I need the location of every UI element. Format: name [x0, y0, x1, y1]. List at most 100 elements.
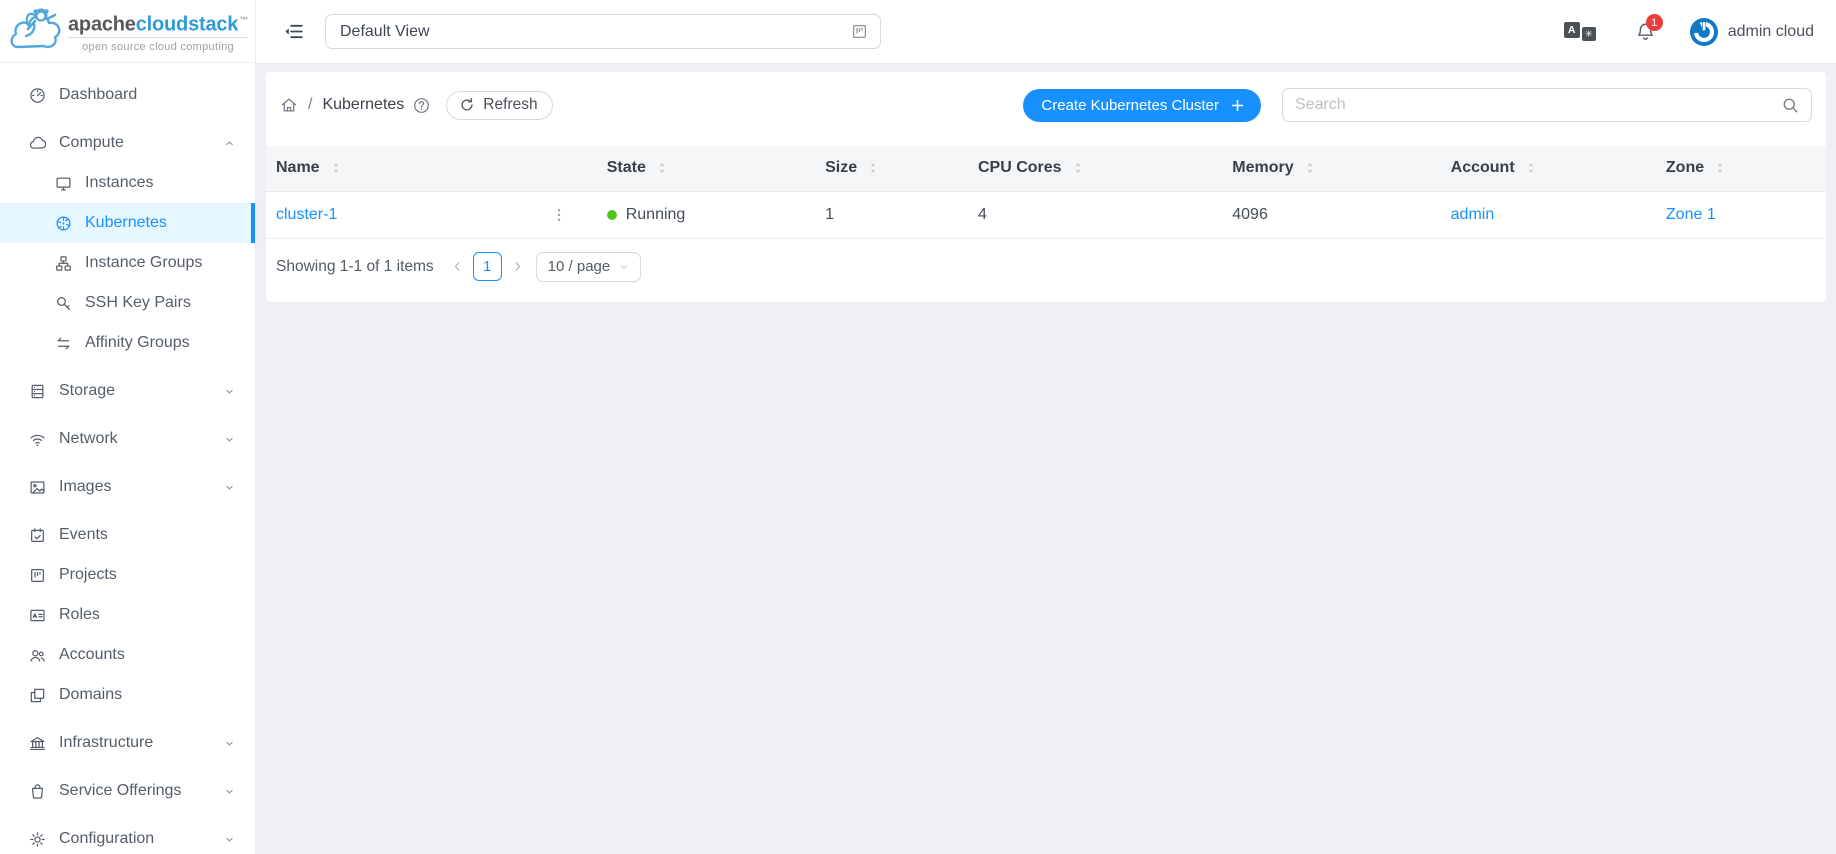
desktop-icon: [54, 174, 72, 192]
user-menu[interactable]: admin cloud: [1689, 17, 1814, 47]
sidebar-item-label: Dashboard: [59, 86, 137, 104]
block-icon: [28, 686, 46, 704]
brand-text: apachecloudstack™ open source cloud comp…: [68, 9, 248, 54]
create-button-label: Create Kubernetes Cluster: [1041, 97, 1219, 114]
main-content: / Kubernetes Refresh Create Kubernetes C…: [256, 64, 1836, 854]
wifi-icon: [28, 430, 46, 448]
refresh-button[interactable]: Refresh: [446, 91, 552, 120]
sidebar-item-label: Projects: [59, 566, 117, 584]
sidebar-item-accounts[interactable]: Accounts: [0, 635, 255, 675]
sidebar-item-label: Compute: [59, 134, 124, 152]
sidebar-item-configuration[interactable]: Configuration: [0, 819, 255, 854]
row-actions-icon[interactable]: [551, 207, 567, 223]
cell-memory: 4096: [1222, 191, 1440, 238]
sidebar-item-kubernetes[interactable]: Kubernetes: [0, 203, 255, 243]
notification-badge: 1: [1646, 14, 1663, 31]
pagination-summary: Showing 1-1 of 1 items: [276, 258, 434, 276]
help-icon[interactable]: [413, 97, 430, 114]
user-name: admin cloud: [1728, 23, 1814, 41]
sort-icon[interactable]: [866, 161, 880, 175]
pagination-next-button[interactable]: [511, 260, 524, 273]
sidebar-item-label: Events: [59, 526, 108, 544]
cluster-name-link[interactable]: cluster-1: [276, 206, 337, 224]
sidebar-item-events[interactable]: Events: [0, 515, 255, 555]
sidebar-item-storage[interactable]: Storage: [0, 371, 255, 411]
menu-fold-icon[interactable]: [284, 22, 303, 41]
column-label: Account: [1451, 159, 1515, 177]
search-input[interactable]: [1295, 96, 1782, 114]
idcard-icon: [28, 606, 46, 624]
chevron-up-icon: [224, 138, 235, 149]
column-label: Name: [276, 159, 320, 177]
cell-zone: Zone 1: [1656, 191, 1826, 238]
zone-link[interactable]: Zone 1: [1666, 206, 1716, 223]
sidebar-item-ssh-key-pairs[interactable]: SSH Key Pairs: [0, 283, 255, 323]
sidebar-item-instances[interactable]: Instances: [0, 163, 255, 203]
database-icon: [28, 382, 46, 400]
translate-icon[interactable]: A ✳: [1564, 22, 1596, 41]
sidebar-item-compute[interactable]: Compute: [0, 123, 255, 163]
notifications-button[interactable]: 1: [1636, 22, 1655, 41]
sidebar-item-roles[interactable]: Roles: [0, 595, 255, 635]
translate-latin-glyph: A: [1564, 22, 1580, 38]
pagination-prev-button[interactable]: [451, 260, 464, 273]
table-header-row: Name State Size CPU CoresMemory Account Zone: [266, 146, 1826, 191]
column-header-memory[interactable]: Memory: [1222, 146, 1440, 191]
sidebar-item-label: Domains: [59, 686, 122, 704]
sidebar-item-service-offerings[interactable]: Service Offerings: [0, 771, 255, 811]
sidebar-item-label: SSH Key Pairs: [85, 294, 191, 312]
state-dot: [607, 210, 617, 220]
sort-icon[interactable]: [655, 161, 669, 175]
sort-icon[interactable]: [1524, 161, 1538, 175]
sidebar-item-images[interactable]: Images: [0, 467, 255, 507]
sort-icon[interactable]: [1303, 161, 1317, 175]
column-header-name[interactable]: Name: [266, 146, 597, 191]
column-header-state[interactable]: State: [597, 146, 815, 191]
search-box: [1282, 88, 1812, 122]
column-label: State: [607, 159, 646, 177]
sidebar-item-projects[interactable]: Projects: [0, 555, 255, 595]
sidebar-item-instance-groups[interactable]: Instance Groups: [0, 243, 255, 283]
sidebar-item-label: Roles: [59, 606, 100, 624]
sort-icon[interactable]: [1713, 161, 1727, 175]
pagination-page-1[interactable]: 1: [473, 252, 502, 281]
logo-block[interactable]: apachecloudstack™ open source cloud comp…: [0, 0, 255, 63]
breadcrumb-current: Kubernetes: [322, 96, 404, 114]
cell-account: admin: [1441, 191, 1656, 238]
user-avatar: [1689, 17, 1719, 47]
column-header-size[interactable]: Size: [815, 146, 968, 191]
create-kubernetes-cluster-button[interactable]: Create Kubernetes Cluster: [1023, 89, 1261, 122]
sidebar-item-network[interactable]: Network: [0, 419, 255, 459]
column-header-cpu-cores[interactable]: CPU Cores: [968, 146, 1222, 191]
sidebar-item-dashboard[interactable]: Dashboard: [0, 75, 255, 115]
chevron-down-icon: [619, 262, 629, 272]
sort-icon[interactable]: [1071, 161, 1085, 175]
sidebar: apachecloudstack™ open source cloud comp…: [0, 0, 256, 854]
sidebar-item-label: Accounts: [59, 646, 125, 664]
pagination: Showing 1-1 of 1 items 1 10 / page: [266, 239, 1826, 302]
sidebar-item-affinity-groups[interactable]: Affinity Groups: [0, 323, 255, 363]
sidebar-item-label: Instance Groups: [85, 254, 202, 272]
kubernetes-table: Name State Size CPU CoresMemory Account Zone …: [266, 146, 1826, 239]
column-header-account[interactable]: Account: [1441, 146, 1656, 191]
column-header-zone[interactable]: Zone: [1656, 146, 1826, 191]
cloudstack-app: apachecloudstack™ open source cloud comp…: [0, 0, 1836, 854]
sort-icon[interactable]: [329, 161, 343, 175]
instance-groups-icon: [54, 254, 72, 272]
brand-wordmark: apachecloudstack™: [68, 9, 248, 39]
sidebar-item-domains[interactable]: Domains: [0, 675, 255, 715]
sidebar-item-infrastructure[interactable]: Infrastructure: [0, 723, 255, 763]
search-icon[interactable]: [1782, 97, 1799, 114]
chevron-down-icon: [224, 386, 235, 397]
column-label: Size: [825, 159, 857, 177]
view-selector[interactable]: Default View: [325, 14, 881, 49]
state-label: Running: [626, 206, 686, 224]
chevron-down-icon: [224, 738, 235, 749]
swap-icon: [54, 334, 72, 352]
page-size-select[interactable]: 10 / page: [536, 252, 642, 282]
page-size-value: 10 / page: [548, 258, 611, 275]
breadcrumb-home[interactable]: [280, 96, 298, 114]
account-link[interactable]: admin: [1451, 206, 1495, 223]
plus-icon: [1230, 98, 1245, 113]
refresh-label: Refresh: [483, 96, 537, 114]
